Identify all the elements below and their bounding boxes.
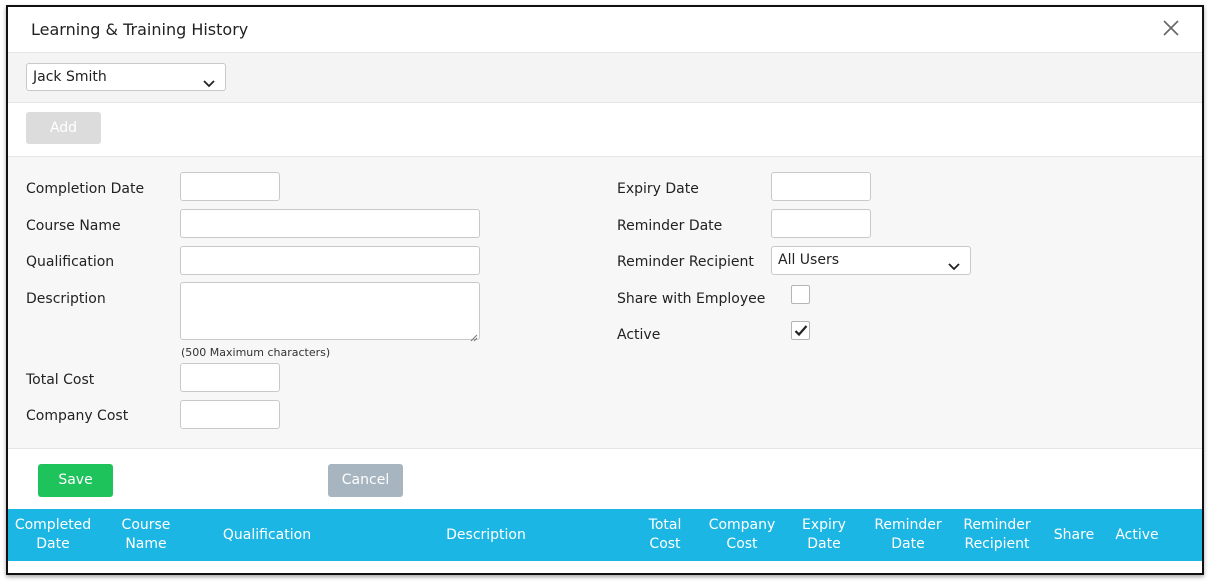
completion-date-label: Completion Date [26, 181, 145, 197]
dialog-title: Learning & Training History [31, 20, 249, 39]
course-name-label: Course Name [26, 218, 121, 234]
dialog-header: Learning & Training History [8, 7, 1202, 53]
completion-date-input[interactable] [180, 172, 280, 201]
company-cost-label: Company Cost [26, 408, 129, 424]
employee-select-value: Jack Smith [33, 69, 107, 85]
share-with-employee-checkbox[interactable] [791, 285, 810, 304]
reminder-recipient-select[interactable]: All Users [771, 246, 971, 275]
chevron-down-icon [203, 72, 215, 88]
column-reminder-recipient[interactable]: Reminder Recipient [958, 509, 1036, 561]
save-button[interactable]: Save [38, 464, 113, 497]
employee-select[interactable]: Jack Smith [26, 63, 226, 91]
active-label: Active [617, 327, 661, 343]
column-completed-date[interactable]: Completed Date [15, 509, 91, 561]
cancel-button[interactable]: Cancel [328, 464, 403, 497]
learning-training-dialog: Learning & Training History Jack Smith A… [6, 5, 1204, 575]
chevron-down-icon [948, 255, 960, 271]
column-total-cost[interactable]: Total Cost [638, 509, 692, 561]
column-company-cost[interactable]: Company Cost [704, 509, 780, 561]
column-share[interactable]: Share [1048, 509, 1100, 561]
add-bar: Add [8, 103, 1202, 157]
description-textarea[interactable] [180, 282, 480, 342]
company-cost-input[interactable] [180, 400, 280, 429]
reminder-recipient-value: All Users [778, 252, 840, 268]
column-expiry-date[interactable]: Expiry Date [796, 509, 852, 561]
description-label: Description [26, 291, 106, 307]
form-actions: Save Cancel [8, 449, 1202, 509]
active-checkbox[interactable] [791, 321, 810, 340]
column-qualification[interactable]: Qualification [208, 509, 326, 561]
add-button[interactable]: Add [26, 112, 101, 144]
training-form: Completion Date Course Name Qualificatio… [8, 157, 1202, 449]
total-cost-label: Total Cost [26, 372, 95, 388]
column-course-name[interactable]: Course Name [111, 509, 181, 561]
expiry-date-input[interactable] [771, 172, 871, 201]
resize-handle-icon[interactable] [470, 330, 478, 342]
qualification-input[interactable] [180, 246, 480, 275]
reminder-date-label: Reminder Date [617, 218, 723, 234]
qualification-label: Qualification [26, 254, 115, 270]
column-description[interactable]: Description [426, 509, 546, 561]
column-reminder-date[interactable]: Reminder Date [870, 509, 946, 561]
share-with-employee-label: Share with Employee [617, 291, 766, 307]
reminder-date-input[interactable] [771, 209, 871, 238]
history-table-header: Completed Date Course Name Qualification… [8, 509, 1202, 561]
expiry-date-label: Expiry Date [617, 181, 699, 197]
close-icon[interactable] [1160, 17, 1182, 39]
description-hint: (500 Maximum characters) [181, 346, 331, 359]
reminder-recipient-label: Reminder Recipient [617, 254, 754, 270]
column-active[interactable]: Active [1108, 509, 1166, 561]
course-name-input[interactable] [180, 209, 480, 238]
employee-bar: Jack Smith [8, 53, 1202, 103]
checkmark-icon [794, 324, 808, 341]
total-cost-input[interactable] [180, 363, 280, 392]
